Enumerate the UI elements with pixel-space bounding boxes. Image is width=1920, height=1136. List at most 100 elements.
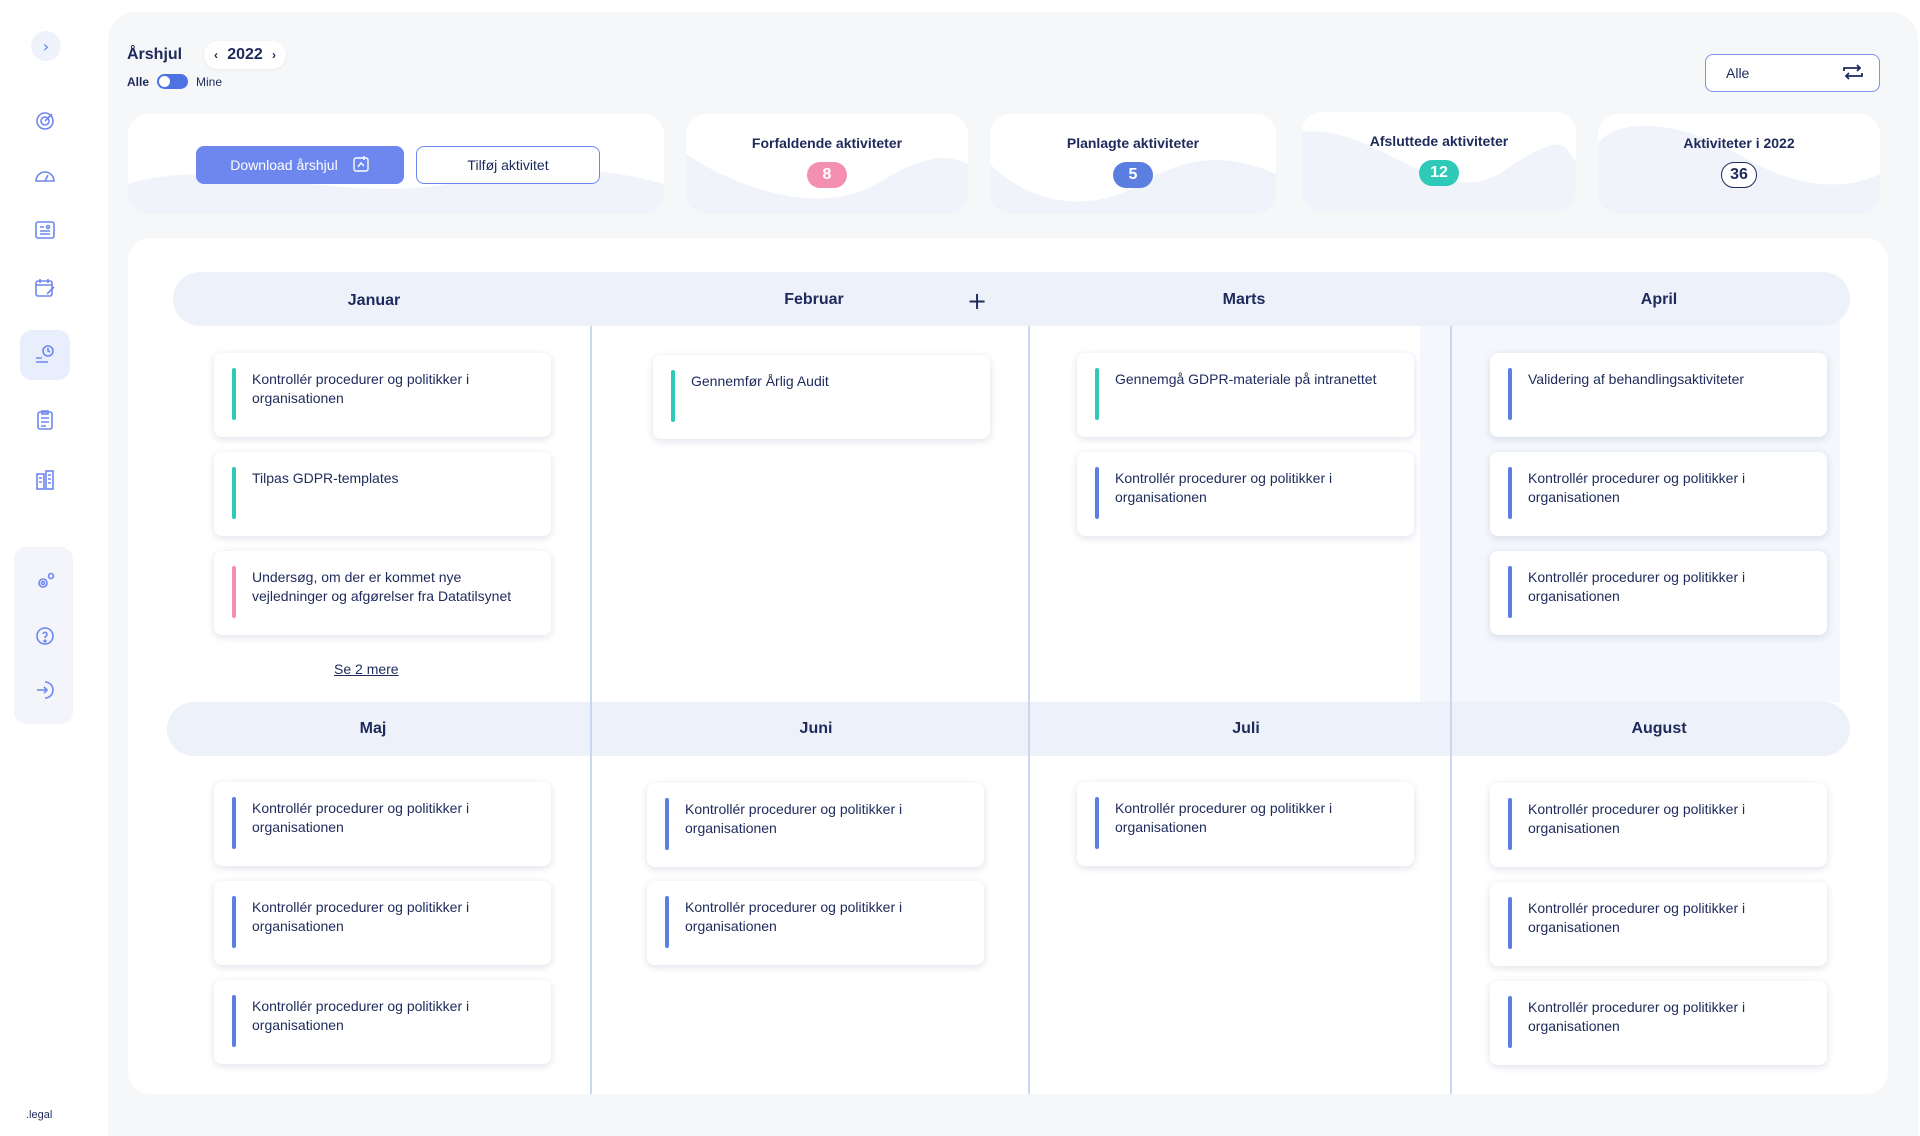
activity-text: Kontrollér procedurer og politikker i or… xyxy=(1528,470,1746,505)
filter-value: Alle xyxy=(1726,65,1750,81)
status-bar xyxy=(1095,368,1099,420)
activity-card[interactable]: Kontrollér procedurer og politikker i or… xyxy=(214,980,551,1064)
clipboard-icon[interactable] xyxy=(27,402,63,438)
status-bar xyxy=(1508,897,1512,949)
status-bar xyxy=(232,467,236,519)
activity-text: Kontrollér procedurer og politikker i or… xyxy=(1115,800,1333,835)
status-bar xyxy=(232,797,236,849)
download-icon xyxy=(352,155,370,176)
refresh-icon[interactable] xyxy=(1841,62,1865,85)
expand-sidebar-button[interactable]: › xyxy=(31,31,61,61)
toggle-label-mine: Mine xyxy=(196,74,223,89)
activity-card[interactable]: Undersøg, om der er kommet nye vejlednin… xyxy=(214,551,551,635)
chevron-left-icon[interactable]: ‹ xyxy=(214,48,218,62)
annual-wheel-icon[interactable] xyxy=(27,337,63,373)
month-label-jul: Juli xyxy=(1232,720,1260,737)
activity-text: Kontrollér procedurer og politikker i or… xyxy=(685,899,903,934)
activity-card[interactable]: Kontrollér procedurer og politikker i or… xyxy=(1490,551,1827,635)
activity-text: Kontrollér procedurer og politikker i or… xyxy=(252,998,470,1033)
dashboard-icon[interactable] xyxy=(27,212,63,248)
activity-text: Kontrollér procedurer og politikker i or… xyxy=(252,899,470,934)
stat-card-planned: Planlagte aktiviteter 5 xyxy=(990,114,1276,214)
help-icon[interactable] xyxy=(27,618,63,654)
year-value: 2022 xyxy=(227,46,263,63)
status-bar xyxy=(232,896,236,948)
stat-card-overdue: Forfaldende aktiviteter 8 xyxy=(686,114,968,214)
activity-card[interactable]: Kontrollér procedurer og politikker i or… xyxy=(214,881,551,965)
stat-badge: 8 xyxy=(807,162,847,188)
status-bar xyxy=(665,798,669,850)
target-icon[interactable] xyxy=(27,103,63,139)
stat-label: Planlagte aktiviteter xyxy=(1066,135,1200,151)
status-bar xyxy=(1095,797,1099,849)
activity-card[interactable]: Kontrollér procedurer og politikker i or… xyxy=(214,353,551,437)
year-selector: ‹ 2022 › xyxy=(204,41,286,69)
activity-card[interactable]: Kontrollér procedurer og politikker i or… xyxy=(214,782,551,866)
month-label-feb: Februar xyxy=(784,291,844,308)
activity-card[interactable]: Gennemfør Årlig Audit xyxy=(653,355,990,439)
stat-badge: 12 xyxy=(1419,160,1459,186)
activity-text: Gennemfør Årlig Audit xyxy=(691,373,829,389)
logout-icon[interactable] xyxy=(27,672,63,708)
calendar-edit-icon[interactable] xyxy=(27,270,63,306)
month-label-jun: Juni xyxy=(799,720,833,737)
settings-icon[interactable] xyxy=(27,563,63,599)
status-bar xyxy=(671,370,675,422)
activity-text: Kontrollér procedurer og politikker i or… xyxy=(1528,999,1746,1034)
buildings-icon[interactable] xyxy=(27,462,63,498)
stat-badge: 5 xyxy=(1113,162,1153,188)
status-bar xyxy=(1508,996,1512,1048)
activity-card[interactable]: Tilpas GDPR-templates xyxy=(214,452,551,536)
activity-text: Kontrollér procedurer og politikker i or… xyxy=(252,800,470,835)
activity-text: Kontrollér procedurer og politikker i or… xyxy=(1528,900,1746,935)
activity-card[interactable]: Kontrollér procedurer og politikker i or… xyxy=(1490,783,1827,867)
activity-card[interactable]: Kontrollér procedurer og politikker i or… xyxy=(647,881,984,965)
gauge-icon[interactable] xyxy=(27,158,63,194)
activity-card[interactable]: Kontrollér procedurer og politikker i or… xyxy=(1490,882,1827,966)
chevron-right-icon[interactable]: › xyxy=(272,48,276,62)
activity-text: Undersøg, om der er kommet nye vejlednin… xyxy=(252,569,512,604)
activity-card[interactable]: Gennemgå GDPR-materiale på intranettet xyxy=(1077,353,1414,437)
status-bar xyxy=(1508,467,1512,519)
stat-label: Aktiviteter i 2022 xyxy=(1683,135,1795,151)
add-activity-button[interactable]: Tilføj aktivitet xyxy=(416,146,600,184)
activity-card[interactable]: Kontrollér procedurer og politikker i or… xyxy=(1490,452,1827,536)
activity-text: Gennemgå GDPR-materiale på intranettet xyxy=(1115,371,1377,387)
month-label-aug: August xyxy=(1631,720,1687,737)
month-label-mar: Marts xyxy=(1222,291,1266,308)
column-divider xyxy=(590,326,592,1094)
column-divider xyxy=(1028,326,1030,1094)
chevron-right-icon: › xyxy=(42,36,50,56)
activity-card[interactable]: Kontrollér procedurer og politikker i or… xyxy=(647,783,984,867)
scope-switch[interactable] xyxy=(157,74,189,89)
activity-card[interactable]: Validering af behandlingsaktiviteter xyxy=(1490,353,1827,437)
status-bar xyxy=(1508,566,1512,618)
status-bar xyxy=(232,566,236,618)
stat-label: Afsluttede aktiviteter xyxy=(1369,133,1509,149)
download-annual-wheel-button[interactable]: Download årshjul xyxy=(196,146,404,184)
column-divider xyxy=(1450,326,1452,1094)
status-bar xyxy=(1508,368,1512,420)
activity-text: Kontrollér procedurer og politikker i or… xyxy=(1528,569,1746,604)
activity-text: Kontrollér procedurer og politikker i or… xyxy=(252,371,470,406)
page-title: Årshjul xyxy=(127,46,183,63)
status-bar xyxy=(665,896,669,948)
stat-card-completed: Afsluttede aktiviteter 12 xyxy=(1302,112,1576,212)
sidebar: › .legal xyxy=(0,0,108,1136)
stat-badge: 36 xyxy=(1721,162,1757,188)
month-label-apr: April xyxy=(1640,291,1678,308)
activity-text: Validering af behandlingsaktiviteter xyxy=(1528,371,1745,387)
status-bar xyxy=(232,995,236,1047)
download-label: Download årshjul xyxy=(230,157,338,173)
activity-text: Kontrollér procedurer og politikker i or… xyxy=(1528,801,1746,836)
stat-card-total: Aktiviteter i 2022 36 xyxy=(1598,114,1880,214)
activity-card[interactable]: Kontrollér procedurer og politikker i or… xyxy=(1077,452,1414,536)
activity-text: Kontrollér procedurer og politikker i or… xyxy=(1115,470,1333,505)
activity-card[interactable]: Kontrollér procedurer og politikker i or… xyxy=(1077,782,1414,866)
add-to-month-icon[interactable]: + xyxy=(967,289,987,313)
activity-card[interactable]: Kontrollér procedurer og politikker i or… xyxy=(1490,981,1827,1065)
see-more-link[interactable]: Se 2 mere xyxy=(334,661,399,677)
status-bar xyxy=(1508,798,1512,850)
filter-select[interactable]: Alle xyxy=(1705,54,1880,92)
month-label-jan: Januar xyxy=(347,292,401,309)
